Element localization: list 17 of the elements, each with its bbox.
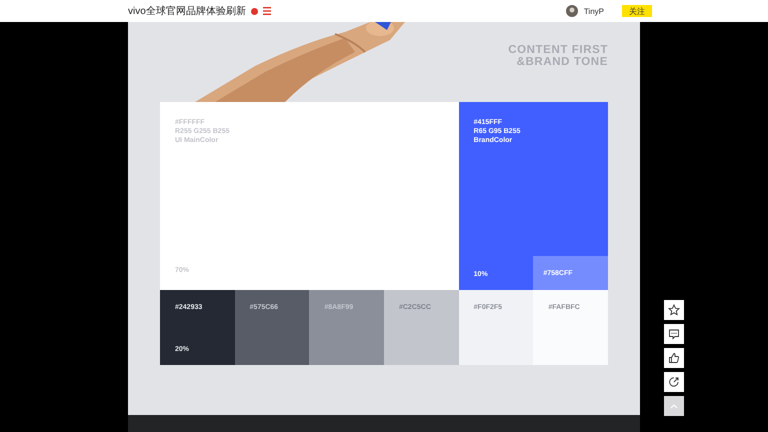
avatar-icon[interactable] bbox=[566, 5, 578, 17]
like-button[interactable] bbox=[664, 348, 684, 368]
dot-icon bbox=[250, 8, 258, 14]
thumbs-up-icon bbox=[668, 352, 680, 364]
share-button[interactable] bbox=[664, 372, 684, 392]
heading-line: CONTENT FIRST bbox=[508, 44, 608, 56]
chat-icon bbox=[668, 328, 680, 340]
follow-button[interactable]: 关注 bbox=[622, 5, 652, 17]
star-button[interactable] bbox=[664, 300, 684, 320]
article-title: vivo全球官网品牌体验刷新 bbox=[128, 4, 246, 18]
caret-up-icon bbox=[670, 404, 678, 408]
list-icon[interactable] bbox=[262, 7, 271, 15]
comment-button[interactable] bbox=[664, 324, 684, 344]
star-icon bbox=[668, 304, 680, 316]
heading-line: &BRAND TONE bbox=[516, 56, 608, 68]
user-name[interactable]: TinyP bbox=[584, 6, 604, 16]
share-icon bbox=[668, 376, 680, 388]
